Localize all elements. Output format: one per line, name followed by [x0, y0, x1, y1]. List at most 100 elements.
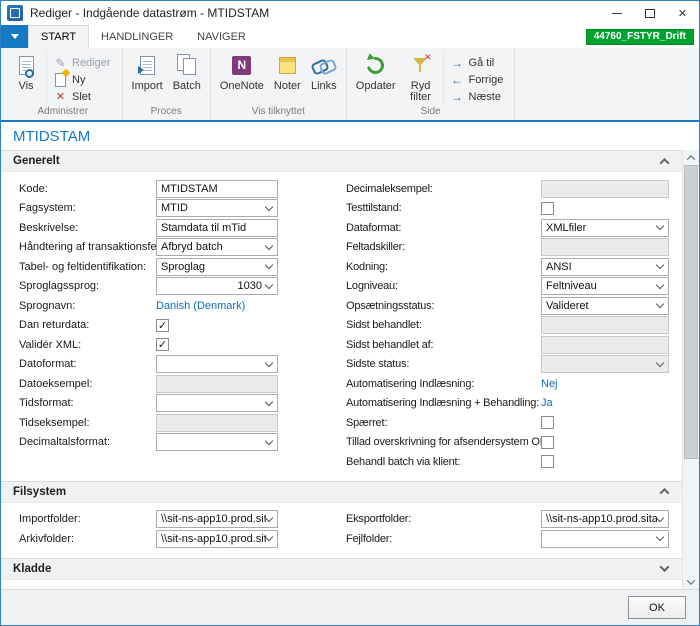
slet-button[interactable]: Slet [51, 88, 116, 105]
spaerret-checkbox[interactable] [541, 416, 554, 429]
vis-button[interactable]: Vis [8, 50, 44, 105]
dropdown-arrow-icon[interactable] [265, 533, 273, 541]
tab-handlinger[interactable]: HANDLINGER [89, 25, 185, 48]
sidst-behandlet-textbox [541, 316, 669, 334]
tidsformat-combobox[interactable] [156, 394, 278, 412]
dropdown-arrow-icon[interactable] [656, 222, 664, 230]
kode-textbox[interactable]: MTIDSTAM [156, 180, 278, 198]
dropdown-arrow-icon[interactable] [265, 281, 273, 289]
scrollbar-thumb[interactable] [684, 165, 698, 459]
dropdown-arrow-icon[interactable] [656, 533, 664, 541]
forrige-button[interactable]: Forrige [448, 71, 509, 88]
onenote-icon [232, 52, 251, 78]
pencil-icon [53, 56, 68, 70]
rediger-button[interactable]: Rediger [51, 54, 116, 71]
fasttab-header-kladde[interactable]: Kladde [1, 558, 682, 580]
noter-button[interactable]: Noter [269, 50, 306, 105]
kodning-combobox[interactable]: ANSI [541, 258, 669, 276]
testtilstand-checkbox[interactable] [541, 202, 554, 215]
fasttab-header-filsystem[interactable]: Filsystem [1, 481, 682, 503]
field-label-datoformat: Datoformat: [19, 358, 156, 370]
field-label-spaerret: Spærret: [346, 417, 541, 429]
gaa-til-button-label: Gå til [469, 57, 495, 69]
naeste-button[interactable]: Næste [448, 88, 509, 105]
dropdown-arrow-icon[interactable] [265, 437, 273, 445]
ok-button[interactable]: OK [628, 596, 686, 619]
dataformat-combobox[interactable]: XMLfiler [541, 219, 669, 237]
dropdown-arrow-icon[interactable] [265, 261, 273, 269]
batch-button[interactable]: Batch [168, 50, 206, 105]
dropdown-arrow-icon[interactable] [656, 261, 664, 269]
behandl-batch-via-klient-checkbox[interactable] [541, 455, 554, 468]
dropdown-arrow-icon[interactable] [656, 281, 664, 289]
fasttab-header-generelt[interactable]: Generelt [1, 150, 682, 172]
links-button-label: Links [311, 81, 337, 92]
tabel-og-feltidentifikation-combobox[interactable]: Sproglag [156, 258, 278, 276]
field-label-automatisering-indlaesning: Automatisering Indlæsning: [346, 378, 541, 390]
dan-returdata-checkbox[interactable]: ✓ [156, 319, 169, 332]
tab-start[interactable]: START [28, 25, 89, 48]
maximize-button[interactable] [633, 1, 666, 25]
datoformat-combobox[interactable] [156, 355, 278, 373]
vertical-scrollbar[interactable] [682, 150, 699, 589]
field-row-decimaleksempel: Decimaleksempel: [346, 179, 682, 199]
minimize-button[interactable] [600, 1, 633, 25]
dropdown-arrow-icon[interactable] [265, 242, 273, 250]
bottom-bar: OK [1, 589, 699, 625]
field-row-arkivfolder: Arkivfolder:\\sit-ns-app10.prod.sita... [19, 529, 328, 549]
tab-naviger[interactable]: NAVIGER [185, 25, 258, 48]
ryd-filter-button[interactable]: Ryd filter [401, 50, 441, 105]
collapse-chevron-icon[interactable] [660, 488, 670, 498]
sproglagssprog-combobox[interactable]: 1030 [156, 277, 278, 295]
field-label-haandtering-af-transaktionsfejl: Håndtering af transaktionsfejl: [19, 241, 156, 253]
tillad-overskrivning-oes-oesc-checkbox[interactable] [541, 436, 554, 449]
importfolder-combobox[interactable]: \\sit-ns-app10.prod.sita... [156, 510, 278, 528]
field-row-fejlfolder: Fejlfolder: [346, 529, 682, 549]
beskrivelse-textbox[interactable]: Stamdata til mTid [156, 219, 278, 237]
collapse-chevron-icon[interactable] [660, 157, 670, 167]
section-kladde: Kladde [1, 558, 682, 580]
field-row-tillad-overskrivning-oes-oesc: Tillad overskrivning for afsendersystem … [346, 433, 682, 453]
import-button[interactable]: Import [127, 50, 168, 105]
eksportfolder-combobox[interactable]: \\sit-ns-app10.prod.sita... [541, 510, 669, 528]
valider-xml-checkbox[interactable]: ✓ [156, 338, 169, 351]
field-label-datoeksempel: Datoeksempel: [19, 378, 156, 390]
onenote-button[interactable]: OneNote [215, 50, 269, 105]
feltadskiller-textbox [541, 238, 669, 256]
dropdown-arrow-icon[interactable] [265, 359, 273, 367]
chevron-down-icon [11, 34, 19, 39]
app-menu-button[interactable] [1, 25, 28, 48]
scroll-up-button[interactable] [683, 150, 699, 165]
automatisering-indlaesning-behandling-value-link[interactable]: Ja [541, 397, 553, 409]
dropdown-arrow-icon[interactable] [265, 203, 273, 211]
dropdown-arrow-icon[interactable] [656, 300, 664, 308]
datoeksempel-textbox [156, 375, 278, 393]
field-row-kodning: Kodning:ANSI [346, 257, 682, 277]
fagsystem-combobox[interactable]: MTID [156, 199, 278, 217]
opsaetningsstatus-combobox[interactable]: Valideret [541, 297, 669, 315]
scroll-down-button[interactable] [683, 574, 699, 589]
close-button[interactable] [666, 1, 699, 25]
fejlfolder-combobox[interactable] [541, 530, 669, 548]
dropdown-arrow-icon[interactable] [265, 514, 273, 522]
ribbon-group-vis-tilknyttet: OneNote Noter Links Vis tilknyttet [211, 48, 347, 120]
haandtering-af-transaktionsfejl-combobox[interactable]: Afbryd batch [156, 238, 278, 256]
opdater-button[interactable]: Opdater [351, 50, 401, 105]
logniveau-combobox[interactable]: Feltniveau [541, 277, 669, 295]
arkivfolder-combobox[interactable]: \\sit-ns-app10.prod.sita... [156, 530, 278, 548]
dropdown-arrow-icon[interactable] [656, 514, 664, 522]
field-row-tidseksempel: Tidseksempel: [19, 413, 328, 433]
naeste-button-label: Næste [469, 91, 501, 103]
close-icon [678, 4, 687, 22]
expand-chevron-icon[interactable] [660, 562, 670, 572]
links-button[interactable]: Links [306, 50, 342, 105]
sprognavn-value-link[interactable]: Danish (Denmark) [156, 300, 245, 312]
window-title: Rediger - Indgående datastrøm - MTIDSTAM [30, 6, 600, 20]
ny-button[interactable]: Ny [51, 71, 116, 88]
gaa-til-button[interactable]: Gå til [448, 54, 509, 71]
field-value: 1030 [157, 280, 266, 292]
decimaltalsformat-combobox[interactable] [156, 433, 278, 451]
scrollbar-track[interactable] [683, 165, 699, 574]
dropdown-arrow-icon[interactable] [265, 398, 273, 406]
automatisering-indlaesning-value-link[interactable]: Nej [541, 378, 558, 390]
